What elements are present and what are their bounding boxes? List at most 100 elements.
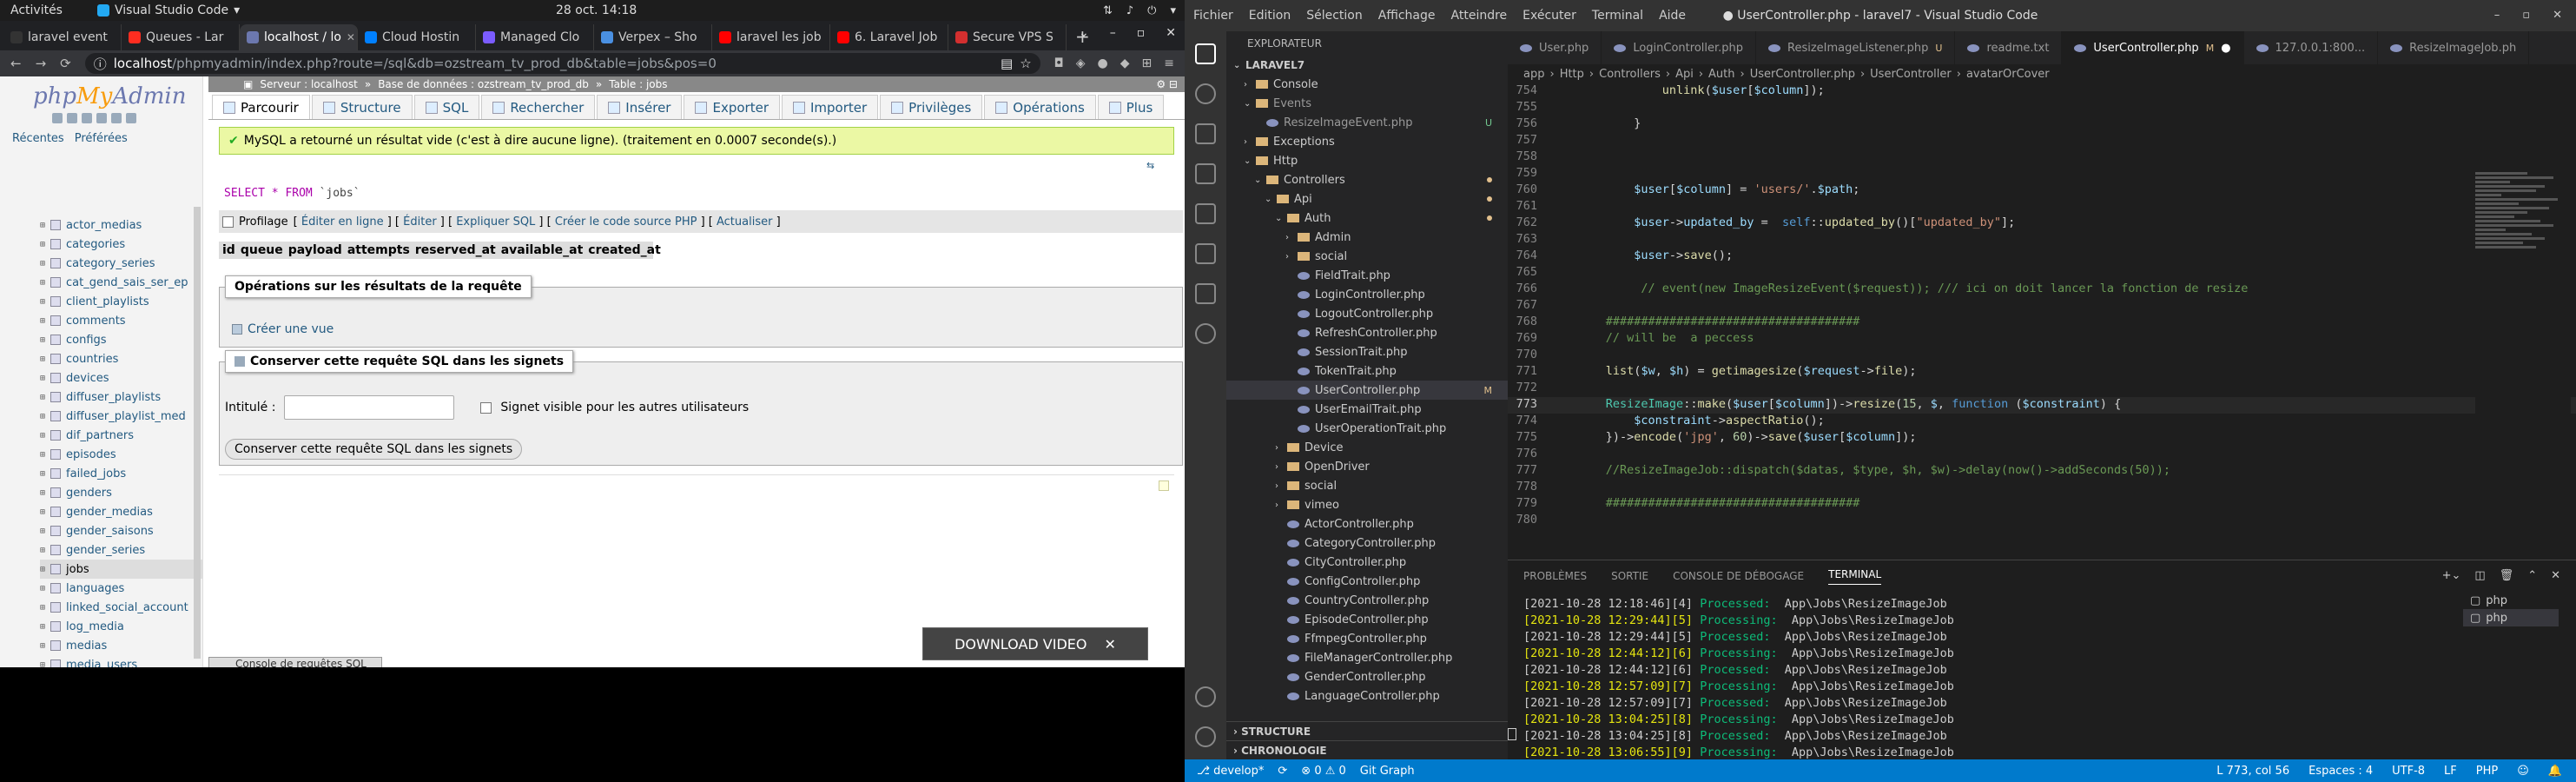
minimap[interactable] — [2475, 170, 2571, 560]
menu-icon[interactable]: ≡ — [1164, 56, 1174, 70]
new-terminal-button[interactable]: +⌄ — [2442, 569, 2461, 582]
translate-icon[interactable]: ⊞ — [1142, 56, 1153, 70]
breadcrumb-item[interactable]: Controllers — [1599, 68, 1661, 81]
folder-item[interactable]: › Console — [1226, 75, 1508, 94]
remote-explorer-icon[interactable] — [1195, 243, 1216, 264]
tab-plus[interactable]: Plus — [1097, 95, 1165, 119]
forward-button[interactable]: → — [36, 56, 47, 71]
scrollbar[interactable] — [194, 207, 201, 659]
refresh-link[interactable]: Actualiser — [717, 215, 772, 229]
problems-indicator[interactable]: ⊗ 0 ⚠ 0 — [1301, 765, 1346, 778]
table-tree-item[interactable]: ⊞ linked_social_account — [40, 598, 202, 617]
table-tree-item[interactable]: ⊞ category_series — [40, 254, 202, 273]
browser-tab[interactable]: Cloud Hostin — [358, 24, 476, 50]
expand-icon[interactable]: ⊞ — [40, 278, 45, 288]
menu-item[interactable]: Terminal — [1592, 9, 1643, 23]
minimize-button[interactable]: – — [2494, 9, 2500, 22]
file-item[interactable]: LogoutController.php — [1226, 304, 1508, 323]
project-root[interactable]: ⌄ LARAVEL7 — [1226, 56, 1508, 75]
menu-item[interactable]: Sélection — [1306, 9, 1363, 23]
menu-item[interactable]: Edition — [1249, 9, 1291, 23]
file-item[interactable]: LoginController.php — [1226, 285, 1508, 304]
file-item[interactable]: GenderController.php — [1226, 667, 1508, 686]
file-item[interactable]: FfmpegController.php — [1226, 629, 1508, 648]
browser-tab[interactable]: localhost / lo ✕ — [240, 24, 358, 50]
file-item[interactable]: CountryController.php — [1226, 591, 1508, 610]
git-graph-icon[interactable] — [1195, 323, 1216, 344]
terminal-output[interactable]: [2021-10-28 12:18:46][4] Processed: App\… — [1523, 597, 2392, 779]
column-header[interactable]: created_at — [588, 243, 661, 257]
column-header[interactable]: payload — [288, 243, 342, 257]
expand-icon[interactable]: ⊞ — [40, 412, 45, 421]
column-header[interactable]: id — [222, 243, 235, 257]
activities-button[interactable]: Activités — [10, 3, 63, 17]
file-item[interactable]: LanguageController.php — [1226, 686, 1508, 706]
table-tree-item[interactable]: ⊞ log_media — [40, 617, 202, 636]
browser-tab[interactable]: Managed Clo — [476, 24, 594, 50]
extension-icon[interactable]: ◈ — [1076, 56, 1086, 70]
cursor-position[interactable]: L 773, col 56 — [2216, 765, 2289, 778]
table-tree-item[interactable]: ⊞ dif_partners — [40, 426, 202, 445]
panel-tab-0[interactable]: PROBLÈMES — [1523, 570, 1587, 582]
folder-item[interactable]: › vimeo — [1226, 495, 1508, 514]
folder-item[interactable]: ⌄ Auth — [1226, 209, 1508, 228]
expand-icon[interactable]: ⊞ — [40, 546, 45, 555]
table-tree-item[interactable]: ⊞ devices — [40, 368, 202, 388]
file-item[interactable]: ConfigController.php — [1226, 572, 1508, 591]
docs-icon[interactable] — [96, 113, 107, 123]
file-item[interactable]: UserOperationTrait.php — [1226, 419, 1508, 438]
file-item[interactable]: CityController.php — [1226, 553, 1508, 572]
table-tree-item[interactable]: ⊞ categories — [40, 235, 202, 254]
inline-edit-link[interactable]: Éditer en ligne — [301, 215, 384, 229]
expand-icon[interactable]: ⊞ — [40, 240, 45, 249]
folder-item[interactable]: › social — [1226, 476, 1508, 495]
source-control-icon[interactable] — [1195, 123, 1216, 144]
download-video-overlay[interactable]: DOWNLOAD VIDEO ✕ — [922, 627, 1148, 660]
menu-item[interactable]: Affichage — [1378, 9, 1436, 23]
column-header[interactable]: reserved_at — [415, 243, 496, 257]
phpmyadmin-logo[interactable]: phpMyAdmin — [0, 76, 202, 109]
edit-link[interactable]: Éditer — [403, 215, 437, 229]
explorer-icon[interactable] — [1195, 43, 1216, 64]
crumb-database[interactable]: Base de données : ozstream_tv_prod_db — [378, 78, 589, 90]
table-tree-item[interactable]: ⊞ media_users — [40, 655, 202, 667]
folder-item[interactable]: › Admin — [1226, 228, 1508, 247]
tab-parcourir[interactable]: Parcourir — [212, 95, 310, 119]
file-item[interactable]: TokenTrait.php — [1226, 361, 1508, 381]
close-icon[interactable]: ✕ — [1105, 636, 1116, 653]
back-button[interactable]: ← — [10, 56, 22, 71]
tab-rechercher[interactable]: Rechercher — [481, 95, 596, 119]
kill-terminal-button[interactable]: 🗑 — [2500, 569, 2514, 582]
feedback-icon[interactable]: ☺ — [2517, 765, 2529, 778]
panel-tab-3[interactable]: TERMINAL — [1828, 568, 1882, 585]
favorites-tab[interactable]: Préférées — [75, 132, 128, 145]
folder-item[interactable]: › Exceptions — [1226, 132, 1508, 151]
search-icon[interactable] — [1195, 83, 1216, 104]
expand-icon[interactable]: ⊞ — [40, 622, 45, 632]
breadcrumb-item[interactable]: UserController — [1870, 68, 1952, 81]
expand-icon[interactable]: ⊞ — [40, 584, 45, 593]
gear-icon[interactable]: ⚙ ⊟ — [1156, 78, 1185, 90]
extensions-icon[interactable] — [1195, 203, 1216, 224]
expand-icon[interactable]: ⊞ — [40, 603, 45, 613]
menu-item[interactable]: Fichier — [1193, 9, 1233, 23]
tab-operations[interactable]: Opérations — [984, 95, 1096, 119]
menu-item[interactable]: Exécuter — [1522, 9, 1576, 23]
editor-tab[interactable]: ResizeImageListener.php U — [1756, 31, 1956, 64]
expand-icon[interactable]: ⊞ — [40, 469, 45, 479]
minimize-button[interactable]: – — [1110, 26, 1116, 40]
expand-icon[interactable]: ⊞ — [40, 297, 45, 307]
close-button[interactable]: ✕ — [1166, 26, 1176, 40]
breadcrumb-item[interactable]: avatarOrCover — [1966, 68, 2050, 81]
table-tree-item[interactable]: ⊞ comments — [40, 311, 202, 330]
home-icon[interactable] — [52, 113, 63, 123]
expand-icon[interactable]: ⊞ — [40, 316, 45, 326]
docker-icon[interactable] — [1195, 283, 1216, 304]
table-tree-item[interactable]: ⊞ jobs — [40, 560, 202, 579]
tab-sql[interactable]: SQL — [413, 95, 480, 119]
maximize-panel-button[interactable]: ⌃ — [2527, 569, 2537, 582]
close-tab-icon[interactable]: ✕ — [347, 31, 355, 43]
editor-tab[interactable]: LoginController.php — [1602, 31, 1757, 64]
expand-icon[interactable]: ⊞ — [40, 374, 45, 383]
maximize-button[interactable]: ▫ — [1137, 26, 1146, 40]
